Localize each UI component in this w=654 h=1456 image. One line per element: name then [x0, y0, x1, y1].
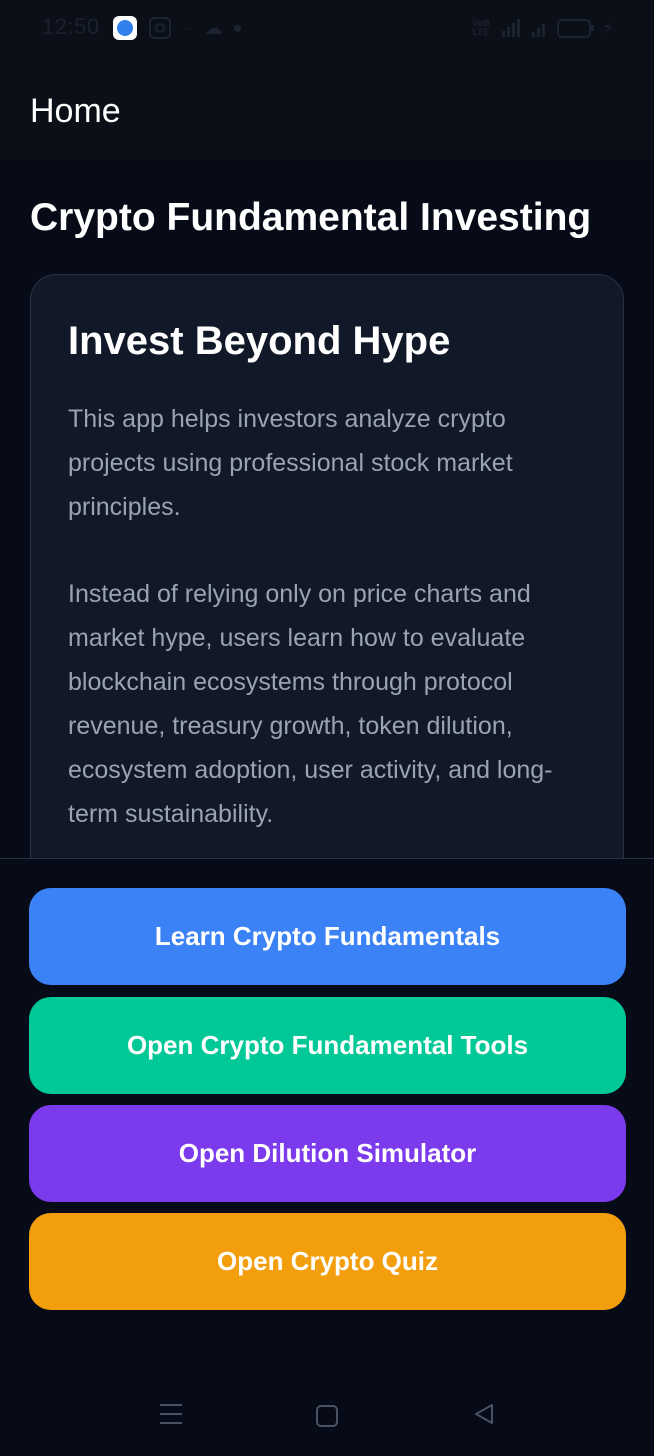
- square-home-icon[interactable]: [316, 1405, 338, 1427]
- volte-bottom-label: LTE: [472, 27, 489, 37]
- crypto-quiz-button[interactable]: Open Crypto Quiz: [29, 1213, 626, 1310]
- dilution-simulator-button[interactable]: Open Dilution Simulator: [29, 1105, 626, 1202]
- instagram-icon: [149, 17, 171, 39]
- menu-lines-icon[interactable]: [160, 1404, 182, 1424]
- volte-icon: VoB LTE: [472, 19, 489, 37]
- system-nav-bar: [0, 1376, 654, 1456]
- intro-card: Invest Beyond Hype This app helps invest…: [30, 274, 624, 858]
- charging-icon: ⚡: [602, 20, 614, 37]
- system-icons: VoB LTE ⚡: [472, 18, 614, 38]
- signal-icon: [501, 19, 520, 37]
- battery-icon: [556, 18, 594, 38]
- notification-icons: ·· ☁: [113, 16, 242, 40]
- cloud-icon: ☁: [204, 17, 223, 38]
- learn-fundamentals-button[interactable]: Learn Crypto Fundamentals: [29, 888, 626, 985]
- status-time: 12:50: [42, 14, 100, 39]
- card-paragraph-details: Instead of relying only on price charts …: [68, 580, 553, 828]
- signal-secondary-icon: [531, 19, 545, 37]
- card-paragraph-intro: This app helps investors analyze crypto …: [68, 405, 513, 521]
- fundamental-tools-button[interactable]: Open Crypto Fundamental Tools: [29, 997, 626, 1094]
- app-bar-title: Home: [30, 92, 121, 130]
- card-heading: Invest Beyond Hype: [68, 319, 451, 363]
- content-divider: [0, 858, 654, 859]
- triangle-back-icon[interactable]: [472, 1402, 496, 1426]
- page-title: Crypto Fundamental Investing: [30, 196, 592, 239]
- app-bar: Home: [0, 58, 654, 160]
- main-content[interactable]: Crypto Fundamental Investing Invest Beyo…: [0, 160, 654, 858]
- app-notification-icon: [113, 16, 137, 40]
- dot-icon: [234, 24, 242, 32]
- status-bar: 12:50 ·· ☁ VoB LTE ⚡: [0, 0, 654, 58]
- more-dots-icon: ··: [183, 20, 193, 36]
